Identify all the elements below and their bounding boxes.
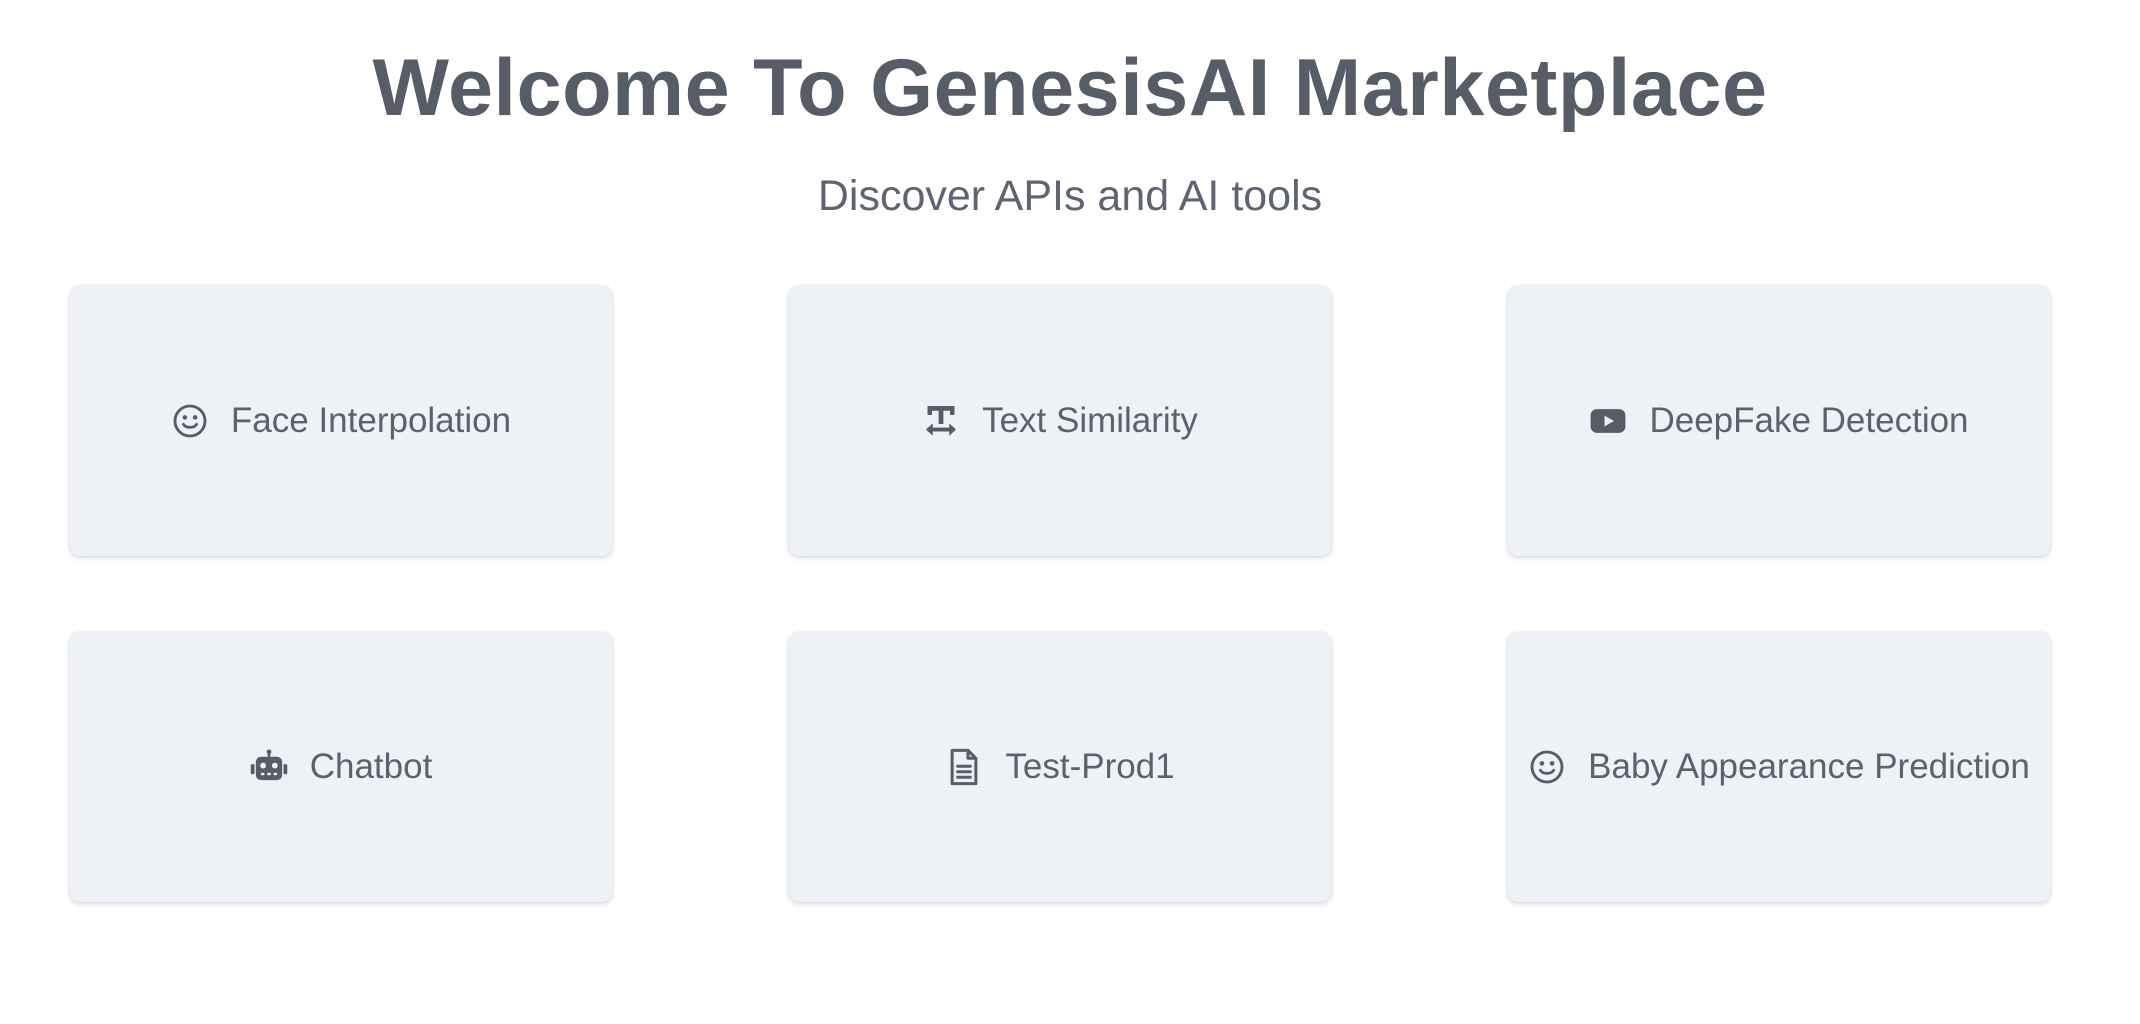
card-label: Face Interpolation bbox=[230, 401, 512, 440]
youtube-icon bbox=[1589, 402, 1627, 440]
card-face-interpolation[interactable]: Face Interpolation bbox=[70, 286, 612, 556]
smile-icon bbox=[171, 402, 209, 440]
marketplace-page: Welcome To GenesisAI Marketplace Discove… bbox=[0, 0, 2140, 1024]
smile-icon bbox=[1528, 748, 1566, 786]
card-label: Text Similarity bbox=[982, 401, 1198, 440]
card-deepfake-detection[interactable]: DeepFake Detection bbox=[1508, 286, 2050, 556]
card-label: Test-Prod1 bbox=[1005, 747, 1175, 786]
card-label: Baby Appearance Prediction bbox=[1588, 747, 2030, 786]
page-title: Welcome To GenesisAI Marketplace bbox=[372, 43, 1768, 133]
page-subtitle: Discover APIs and AI tools bbox=[817, 172, 1323, 220]
robot-icon bbox=[250, 748, 288, 786]
card-label: Chatbot bbox=[309, 747, 433, 786]
card-label: DeepFake Detection bbox=[1649, 401, 1969, 440]
file-text-icon bbox=[945, 748, 983, 786]
card-baby-appearance-prediction[interactable]: Baby Appearance Prediction bbox=[1508, 632, 2050, 902]
card-test-prod1[interactable]: Test-Prod1 bbox=[789, 632, 1331, 902]
text-height-icon bbox=[922, 402, 960, 440]
card-text-similarity[interactable]: Text Similarity bbox=[789, 286, 1331, 556]
card-chatbot[interactable]: Chatbot bbox=[70, 632, 612, 902]
